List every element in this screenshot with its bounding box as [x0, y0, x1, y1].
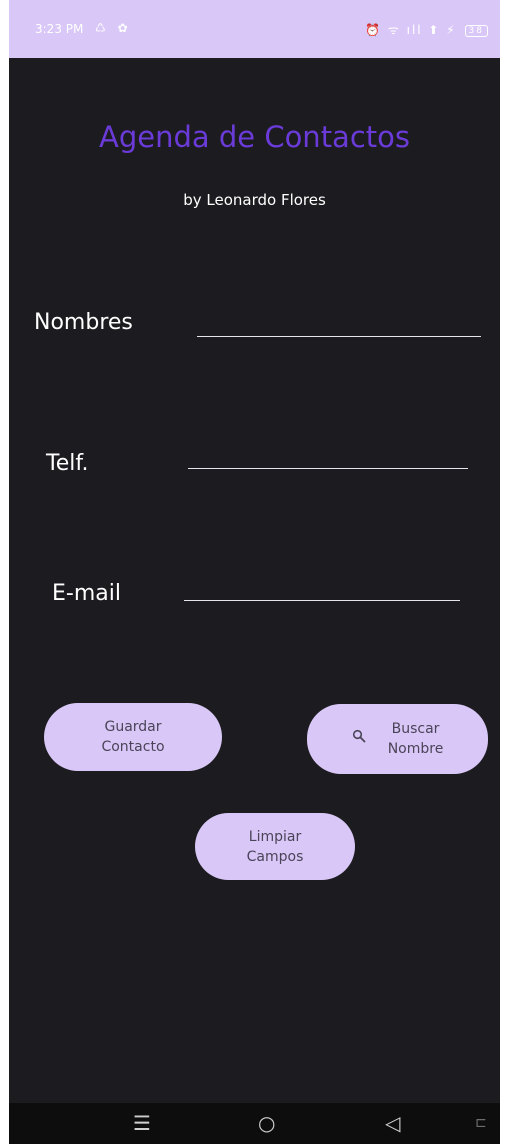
page-title: Agenda de Contactos: [98, 120, 410, 154]
guardar-label-line1: Guardar: [104, 719, 162, 735]
search-icon: [352, 729, 366, 749]
system-status-icons: ⏰ ᯤ ıll ⬆ ⚡ 38: [365, 21, 488, 38]
recent-apps-icon[interactable]: ☰: [133, 1111, 151, 1135]
app-screen: 3:23 PM ♺ ✿ ⏰ ᯤ ıll ⬆ ⚡ 38 Agenda de Con…: [9, 0, 500, 1144]
home-icon[interactable]: ○: [258, 1111, 275, 1135]
page-subtitle: by Leonardo Flores: [183, 191, 326, 209]
status-bar: 3:23 PM ♺ ✿ ⏰ ᯤ ıll ⬆ ⚡ 38: [9, 0, 500, 58]
status-time: 3:23 PM: [35, 22, 84, 36]
guardar-contacto-label: Guardar Contacto: [101, 717, 164, 757]
rotate-icon[interactable]: ⊏: [475, 1115, 487, 1131]
notification-icons: ♺ ✿: [95, 21, 132, 35]
back-icon[interactable]: ◁: [385, 1111, 400, 1135]
limpiar-campos-label: Limpiar Campos: [247, 827, 304, 867]
telf-label: Telf.: [46, 451, 89, 476]
limpiar-campos-button[interactable]: Limpiar Campos: [195, 813, 355, 880]
email-label: E-mail: [52, 581, 121, 606]
limpiar-label-line1: Limpiar: [248, 828, 302, 845]
guardar-label-line2: Contacto: [101, 739, 165, 755]
nombres-input[interactable]: [197, 336, 481, 337]
system-icons: ⏰ ᯤ ıll ⬆ ⚡: [365, 23, 457, 37]
telf-input[interactable]: [188, 468, 468, 469]
guardar-contacto-button[interactable]: Guardar Contacto: [44, 703, 222, 771]
buscar-nombre-button[interactable]: Buscar Nombre: [307, 704, 488, 774]
buscar-nombre-label: Buscar Nombre: [388, 719, 444, 759]
buscar-label-line1: Buscar: [391, 721, 440, 737]
navigation-bar: ☰ ○ ◁ ⊏: [9, 1103, 500, 1144]
buscar-label-line2: Nombre: [387, 741, 444, 757]
email-input[interactable]: [184, 600, 460, 601]
limpiar-label-line2: Campos: [246, 848, 304, 865]
nombres-label: Nombres: [34, 310, 133, 335]
battery-icon: 38: [464, 25, 488, 37]
